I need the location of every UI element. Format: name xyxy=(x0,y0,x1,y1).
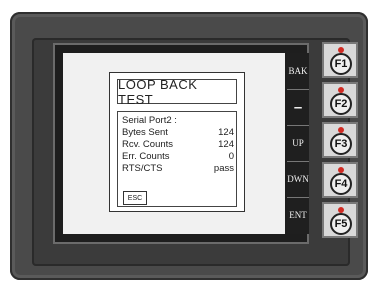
f2-button[interactable]: F2 xyxy=(322,82,358,118)
f3-label: F3 xyxy=(330,133,352,155)
row-value: 124 xyxy=(218,139,234,150)
dialog-content: Serial Port2 : Bytes Sent 124 Rcv. Count… xyxy=(117,111,237,207)
row-label: Bytes Sent xyxy=(122,127,168,138)
f2-label: F2 xyxy=(330,93,352,115)
softkey-up[interactable]: UP xyxy=(287,125,309,162)
f5-button[interactable]: F5 xyxy=(322,202,358,238)
row-value: pass xyxy=(213,163,234,174)
softkey-ent[interactable]: ENT xyxy=(287,197,309,233)
row-value: 124 xyxy=(218,127,234,138)
row-value: 0 xyxy=(228,151,234,162)
softkey-bak[interactable]: BAK xyxy=(287,53,309,90)
esc-button[interactable]: ESC xyxy=(123,191,147,205)
row-label: RTS/CTS xyxy=(122,163,163,174)
softkey-minus[interactable]: – xyxy=(287,89,309,126)
f3-button[interactable]: F3 xyxy=(322,122,358,158)
loop-back-test-dialog: LOOP BACK TEST Serial Port2 : Bytes Sent… xyxy=(109,72,245,212)
row-err-counts: Err. Counts 0 xyxy=(122,151,234,162)
f1-label: F1 xyxy=(330,53,352,75)
dialog-title: LOOP BACK TEST xyxy=(117,77,237,107)
f4-button[interactable]: F4 xyxy=(322,162,358,198)
f4-label: F4 xyxy=(330,173,352,195)
section-label: Serial Port2 : xyxy=(122,115,177,126)
row-bytes-sent: Bytes Sent 124 xyxy=(122,127,234,138)
f1-button[interactable]: F1 xyxy=(322,42,358,78)
row-rts-cts: RTS/CTS pass xyxy=(122,163,234,174)
softkey-dwn[interactable]: DWN xyxy=(287,161,309,198)
row-rcv-counts: Rcv. Counts 124 xyxy=(122,139,234,150)
f5-label: F5 xyxy=(330,213,352,235)
row-label: Err. Counts xyxy=(122,151,170,162)
row-label: Rcv. Counts xyxy=(122,139,174,150)
softkey-bar: BAK – UP DWN ENT xyxy=(287,53,309,234)
function-button-panel: F1 F2 F3 F4 F5 xyxy=(322,42,358,247)
